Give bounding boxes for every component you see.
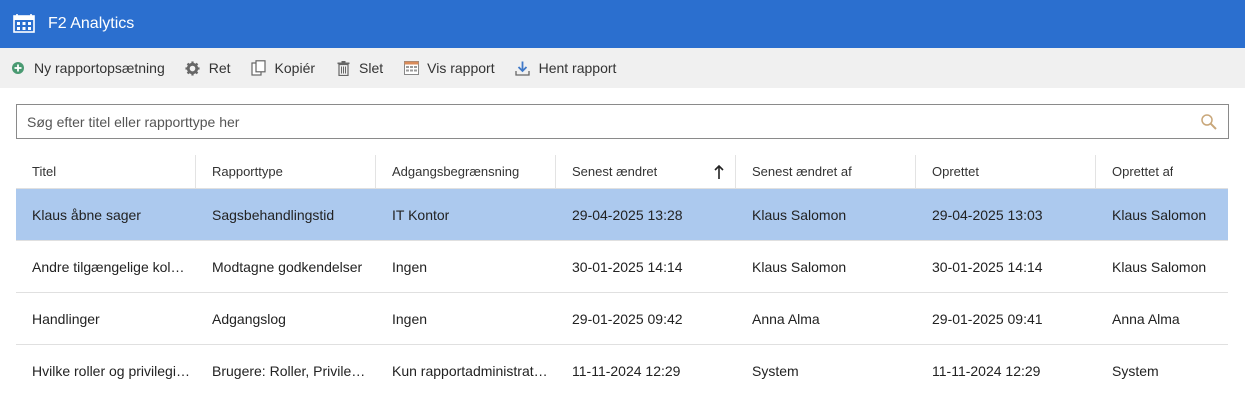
download-report-label: Hent rapport [538,60,617,76]
column-header-last-modified-by[interactable]: Senest ændret af [736,155,916,188]
column-header-title[interactable]: Titel [16,155,196,188]
cell-report-type: Modtagne godkendelser [212,258,363,275]
cell-created: 29-01-2025 09:41 [932,310,1043,327]
cell-created-by: System [1112,362,1159,379]
cell-access-restriction: IT Kontor [392,206,450,223]
plus-circle-icon [10,60,26,76]
toolbar: Ny rapportopsætning Ret Kopiér Slet Vis … [0,48,1245,88]
cell-last-modified-by: Klaus Salomon [752,206,847,223]
cell-created: 30-01-2025 14:14 [932,258,1043,275]
new-report-label: Ny rapportopsætning [34,60,165,76]
cell-title: Hvilke roller og privilegier har brugern… [32,362,190,379]
cell-last-modified: 30-01-2025 14:14 [572,258,683,275]
view-report-label: Vis rapport [427,60,495,76]
title-bar: F2 Analytics [0,0,1245,48]
delete-label: Slet [359,60,384,76]
cell-last-modified-by: Klaus Salomon [752,258,847,275]
cell-report-type: Brugere: Roller, Privilegier [212,362,370,379]
table-row[interactable]: Handlinger Adgangslog Ingen 29-01-2025 0… [16,293,1228,345]
gear-icon [185,60,201,76]
cell-created-by: Klaus Salomon [1112,258,1207,275]
cell-last-modified-by: System [752,362,799,379]
report-grid-icon [12,12,36,36]
cell-report-type: Adgangslog [212,310,286,327]
calendar-grid-icon [403,60,419,76]
search-box [16,104,1229,139]
cell-title: Klaus åbne sager [32,206,141,223]
table-header: Titel Rapporttype Adgangsbegrænsning Sen… [16,155,1228,189]
reports-table: Titel Rapporttype Adgangsbegrænsning Sen… [16,155,1228,396]
search-icon[interactable] [1200,113,1218,131]
cell-last-modified: 29-01-2025 09:42 [572,310,683,327]
column-header-created[interactable]: Oprettet [916,155,1096,188]
edit-button[interactable]: Ret [185,60,231,76]
cell-last-modified: 11-11-2024 12:29 [572,362,681,379]
download-icon [515,60,531,76]
table-row[interactable]: Klaus åbne sager Sagsbehandlingstid IT K… [16,189,1228,241]
cell-created: 29-04-2025 13:03 [932,206,1043,223]
cell-last-modified: 29-04-2025 13:28 [572,206,683,223]
app-title: F2 Analytics [48,15,135,32]
column-header-access-restriction[interactable]: Adgangsbegrænsning [376,155,556,188]
cell-created: 11-11-2024 12:29 [932,362,1041,379]
cell-title: Handlinger [32,310,100,327]
delete-button[interactable]: Slet [335,60,383,76]
cell-created-by: Klaus Salomon [1112,206,1207,223]
cell-access-restriction: Ingen [392,310,428,327]
cell-access-restriction: Ingen [392,258,428,275]
table-row[interactable]: Andre tilgængelige kolonner Modtagne god… [16,241,1228,293]
search-input[interactable] [27,113,1200,130]
cell-access-restriction: Kun rapportadministratorer [392,362,550,379]
copy-icon [251,60,267,76]
cell-title: Andre tilgængelige kolonner [32,258,190,275]
sort-arrow-up-icon [713,164,725,180]
main-content: Titel Rapporttype Adgangsbegrænsning Sen… [0,88,1245,396]
view-report-button[interactable]: Vis rapport [403,60,495,76]
cell-report-type: Sagsbehandlingstid [212,206,335,223]
trash-icon [335,60,351,76]
cell-created-by: Anna Alma [1112,310,1180,327]
copy-button[interactable]: Kopiér [251,60,315,76]
column-header-last-modified[interactable]: Senest ændret [556,155,736,188]
table-row[interactable]: Hvilke roller og privilegier har brugern… [16,345,1228,396]
new-report-button[interactable]: Ny rapportopsætning [10,60,165,76]
download-report-button[interactable]: Hent rapport [515,60,617,76]
column-header-created-by[interactable]: Oprettet af [1096,155,1228,188]
edit-label: Ret [208,60,231,76]
copy-label: Kopiér [274,60,316,76]
cell-last-modified-by: Anna Alma [752,310,820,327]
column-header-report-type[interactable]: Rapporttype [196,155,376,188]
